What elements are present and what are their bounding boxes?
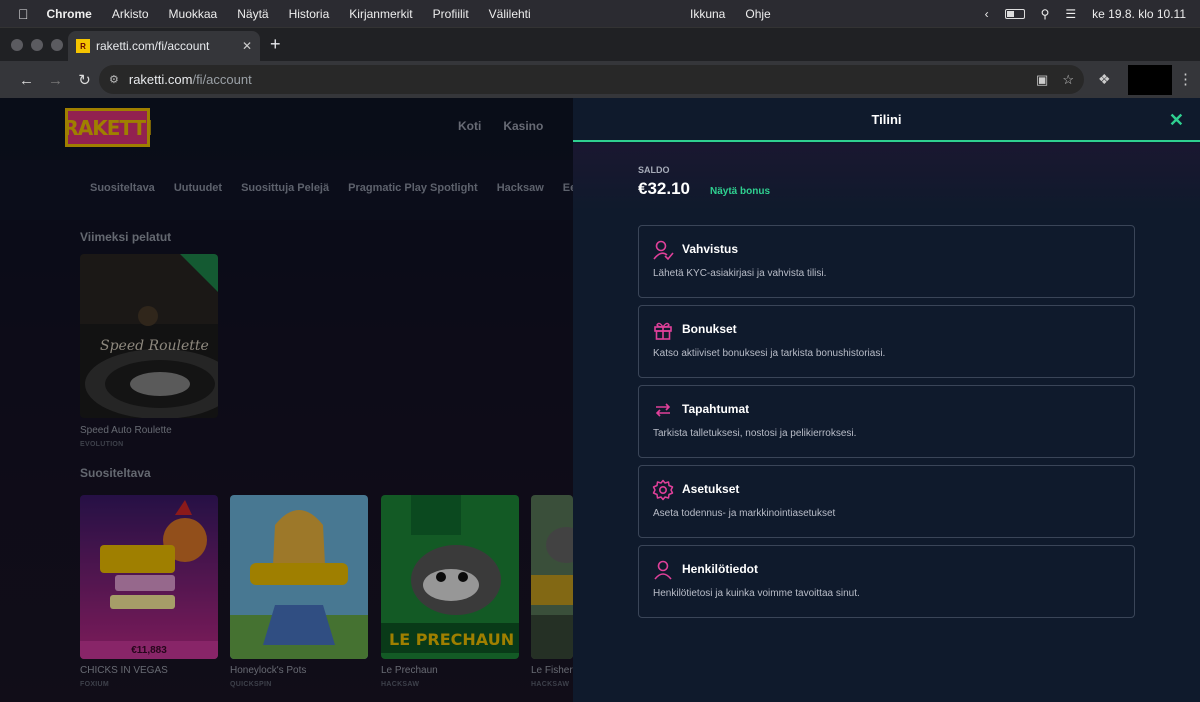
account-item-desc: Tarkista talletuksesi, nostosi ja peliki… [653, 428, 857, 439]
search-icon[interactable]: ⚲ [1041, 7, 1050, 21]
minimize-window-button[interactable] [31, 38, 43, 51]
extensions-icon[interactable]: ❖ [1098, 71, 1111, 88]
url-path: /fi/account [192, 72, 252, 87]
reload-button[interactable]: ↻ [70, 71, 99, 89]
new-tab-button[interactable]: + [270, 34, 281, 55]
account-item-henkilotiedot[interactable]: Henkilötiedot Henkilötietosi ja kuinka v… [638, 545, 1135, 618]
account-item-desc: Aseta todennus- ja markkinointiasetukset [653, 508, 836, 519]
close-icon[interactable]: ✕ [1169, 110, 1184, 131]
account-item-desc: Katso aktiiviset bonuksesi ja tarkista b… [653, 348, 886, 359]
account-item-title: Vahvistus [682, 242, 739, 256]
account-item-desc: Henkilötietosi ja kuinka voimme tavoitta… [653, 588, 860, 599]
menu-arkisto[interactable]: Arkisto [102, 7, 159, 21]
show-bonus-link[interactable]: Näytä bonus [710, 186, 770, 197]
tab-close-icon[interactable]: ✕ [242, 39, 252, 53]
control-center-icon[interactable]: ☰ [1065, 7, 1076, 21]
back-button[interactable]: ← [12, 72, 41, 89]
account-item-asetukset[interactable]: Asetukset Aseta todennus- ja markkinoint… [638, 465, 1135, 538]
account-panel-title: Tilini [871, 111, 902, 127]
page-viewport: RAKETTI Koti Kasino Suositeltava Uutuude… [0, 98, 1200, 702]
saldo-label: SALDO [638, 165, 670, 175]
bookmark-star-icon[interactable]: ☆ [1062, 72, 1074, 88]
account-panel: Tilini ✕ SALDO €32.10 Näytä bonus Vahvis… [573, 98, 1200, 702]
account-item-tapahtumat[interactable]: Tapahtumat Tarkista talletuksesi, nostos… [638, 385, 1135, 458]
url-host: raketti.com [128, 72, 193, 87]
window-controls [0, 38, 63, 51]
chevron-left-icon[interactable]: ‹ [985, 7, 989, 21]
account-item-title: Asetukset [682, 482, 740, 496]
forward-button[interactable]: → [41, 72, 70, 89]
account-item-title: Tapahtumat [682, 402, 750, 416]
raketti-favicon: R [76, 39, 90, 53]
site-settings-icon[interactable]: ⚙ [109, 73, 119, 86]
close-window-button[interactable] [11, 38, 23, 51]
menu-kirjanmerkit[interactable]: Kirjanmerkit [339, 7, 422, 21]
browser-chrome: R raketti.com/fi/account ✕ + ← → ↻ ⚙ rak… [0, 27, 1200, 99]
menu-nayta[interactable]: Näytä [227, 7, 278, 21]
address-bar[interactable]: ⚙ raketti.com/fi/account ▣ ☆ [99, 65, 1084, 94]
gift-icon [654, 322, 672, 340]
account-item-title: Henkilötiedot [682, 562, 759, 576]
saldo-value: €32.10 [638, 179, 690, 198]
gear-icon [652, 479, 674, 501]
account-panel-header: Tilini ✕ [573, 98, 1200, 142]
menu-ohje[interactable]: Ohje [735, 7, 780, 21]
menu-profiilit[interactable]: Profiilit [423, 7, 479, 21]
transfer-arrows-icon [655, 403, 671, 417]
macos-menu-bar:  Chrome Arkisto Muokkaa Näytä Historia … [0, 0, 1200, 27]
menu-chrome[interactable]: Chrome [37, 7, 102, 21]
account-item-bonukset[interactable]: Bonukset Katso aktiiviset bonuksesi ja t… [638, 305, 1135, 378]
modal-overlay[interactable] [0, 98, 573, 702]
account-panel-body: SALDO €32.10 Näytä bonus Vahvistus Lähet… [573, 144, 1200, 702]
user-icon [654, 560, 672, 580]
clock[interactable]: ke 19.8. klo 10.11 [1092, 7, 1186, 21]
menu-historia[interactable]: Historia [279, 7, 340, 21]
account-item-title: Bonukset [682, 322, 737, 336]
menu-valilehti[interactable]: Välilehti [479, 7, 541, 21]
account-item-desc: Lähetä KYC-asiakirjasi ja vahvista tilis… [653, 268, 827, 279]
account-item-vahvistus[interactable]: Vahvistus Lähetä KYC-asiakirjasi ja vahv… [638, 225, 1135, 298]
install-app-icon[interactable]: ▣ [1036, 72, 1048, 88]
browser-tab[interactable]: R raketti.com/fi/account ✕ [68, 31, 260, 61]
user-check-icon [653, 240, 674, 261]
battery-icon[interactable] [1004, 8, 1025, 19]
zoom-window-button[interactable] [51, 38, 63, 51]
more-menu-icon[interactable]: ⋮ [1178, 70, 1193, 88]
profile-button[interactable] [1128, 65, 1172, 95]
menu-ikkuna[interactable]: Ikkuna [680, 7, 735, 21]
tab-title: raketti.com/fi/account [96, 39, 210, 53]
menu-muokkaa[interactable]: Muokkaa [159, 7, 228, 21]
apple-icon[interactable]:  [18, 6, 37, 22]
